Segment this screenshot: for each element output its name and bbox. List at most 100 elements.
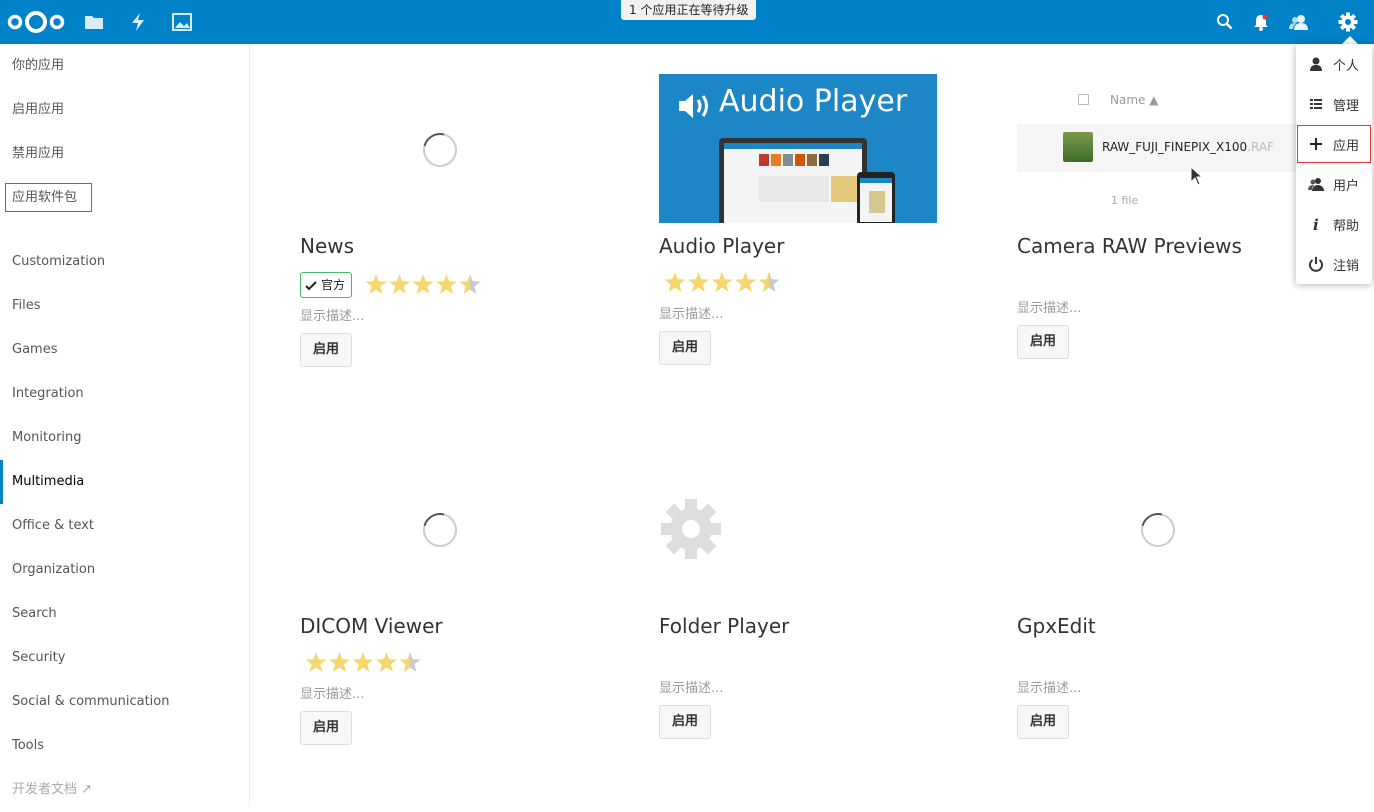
contacts-icon[interactable] xyxy=(1288,11,1310,33)
nav-disabled-apps[interactable]: 禁用应用 xyxy=(0,132,249,176)
menu-item-label: 管理 xyxy=(1333,99,1360,114)
nav-files[interactable]: Files xyxy=(0,284,249,328)
menu-item-apps[interactable]: 应用 xyxy=(1296,124,1372,164)
users-icon xyxy=(1308,178,1324,191)
device-mockup-image xyxy=(719,138,895,223)
menu-item-label: 帮助 xyxy=(1333,219,1360,234)
rating-star-icon xyxy=(376,652,397,672)
nav-search[interactable]: Search xyxy=(0,592,249,636)
app-title-news[interactable]: News xyxy=(300,234,354,258)
dicom-loading-spinner xyxy=(416,506,464,554)
select-all-checkbox xyxy=(1078,94,1089,105)
menu-item-label: 用户 xyxy=(1333,179,1360,194)
check-icon xyxy=(305,280,317,290)
svg-text:i: i xyxy=(1313,216,1319,232)
app-description-toggle[interactable]: 显示描述... xyxy=(1017,677,1081,696)
app-description-toggle[interactable]: 显示描述... xyxy=(1017,297,1081,316)
nav-organization[interactable]: Organization xyxy=(0,548,249,592)
official-badge-label: 官方 xyxy=(321,278,346,292)
app-description-toggle[interactable]: 显示描述... xyxy=(659,303,723,322)
menu-item-personal[interactable]: 个人 xyxy=(1296,44,1372,84)
menu-item-admin[interactable]: 管理 xyxy=(1296,84,1372,124)
menu-item-logout[interactable]: 注销 xyxy=(1296,244,1372,284)
file-row: RAW_FUJI_FINEPIX_X100.RAF xyxy=(1017,124,1297,172)
speaker-icon xyxy=(679,94,708,118)
file-name: RAW_FUJI_FINEPIX_X100.RAF xyxy=(1102,140,1274,154)
top-bar: 1 个应用正在等待升级 xyxy=(0,0,1374,44)
nav-monitoring[interactable]: Monitoring xyxy=(0,416,249,460)
gallery-icon[interactable] xyxy=(171,11,193,33)
audio-player-banner: Audio Player xyxy=(659,74,937,223)
app-title-dicom-viewer[interactable]: DICOM Viewer xyxy=(300,614,443,638)
file-basename: RAW_FUJI_FINEPIX_X100 xyxy=(1102,140,1248,154)
app-title-folder-player[interactable]: Folder Player xyxy=(659,614,789,638)
nav-games[interactable]: Games xyxy=(0,328,249,372)
nav-app-bundles-label: 应用软件包 xyxy=(4,183,93,212)
official-badge: 官方 xyxy=(300,272,353,298)
nav-enabled-apps[interactable]: 启用应用 xyxy=(0,88,249,132)
admin-list-icon xyxy=(1310,99,1322,109)
enable-button[interactable]: 启用 xyxy=(659,331,711,365)
settings-icon[interactable] xyxy=(1337,11,1359,33)
menu-item-users[interactable]: 用户 xyxy=(1296,164,1372,204)
nextcloud-logo-icon[interactable] xyxy=(4,8,68,36)
nav-multimedia[interactable]: Multimedia xyxy=(0,460,249,504)
enable-button[interactable]: 启用 xyxy=(1017,705,1069,739)
menu-item-help[interactable]: i 帮助 xyxy=(1296,204,1372,244)
rating-star-icon xyxy=(399,652,421,672)
rating-star-icon xyxy=(711,272,733,292)
rating-star-icon xyxy=(305,652,327,672)
file-thumbnail xyxy=(1063,132,1093,162)
nav-tools[interactable]: Tools xyxy=(0,724,249,768)
enable-button[interactable]: 启用 xyxy=(1017,325,1069,359)
rating-star-icon xyxy=(412,274,434,294)
news-loading-spinner xyxy=(416,126,464,174)
update-notice[interactable]: 1 个应用正在等待升级 xyxy=(621,0,757,20)
raw-preview-screenshot: Name ▲ RAW_FUJI_FINEPIX_X100.RAF 1 file xyxy=(1017,80,1297,220)
menu-arrow xyxy=(1342,36,1358,44)
activity-icon[interactable] xyxy=(127,11,149,33)
rating-star-icon xyxy=(352,652,374,672)
enable-button[interactable]: 启用 xyxy=(300,711,352,745)
rating-star-icon xyxy=(735,272,756,292)
nav-developer-docs[interactable]: 开发者文档 ↗ xyxy=(0,768,249,812)
nav-customization[interactable]: Customization xyxy=(0,240,249,284)
nav-integration[interactable]: Integration xyxy=(0,372,249,416)
file-count: 1 file xyxy=(1111,194,1139,207)
app-description-toggle[interactable]: 显示描述... xyxy=(300,305,364,324)
enable-button[interactable]: 启用 xyxy=(659,705,711,739)
rating-star-icon xyxy=(389,274,410,294)
app-title-camera-raw-previews[interactable]: Camera RAW Previews xyxy=(1017,234,1242,258)
rating-star-icon xyxy=(664,272,686,292)
app-title-gpxedit[interactable]: GpxEdit xyxy=(1017,614,1096,638)
app-description-toggle[interactable]: 显示描述... xyxy=(659,677,723,696)
rating-star-icon xyxy=(688,272,709,292)
info-icon: i xyxy=(1313,216,1319,232)
name-column-header: Name ▲ xyxy=(1110,93,1159,107)
rating-stars xyxy=(365,274,481,294)
nav-security[interactable]: Security xyxy=(0,636,249,680)
rating-stars xyxy=(664,272,780,292)
nav-social-communication[interactable]: Social & communication xyxy=(0,680,249,724)
rating-stars xyxy=(305,652,421,672)
enable-button[interactable]: 启用 xyxy=(300,333,352,367)
rating-star-icon xyxy=(758,272,780,292)
app-title-audio-player[interactable]: Audio Player xyxy=(659,234,784,258)
gear-icon xyxy=(661,499,721,559)
settings-menu: 个人 管理 应用 用户 i 帮助 注销 xyxy=(1296,44,1372,284)
user-icon xyxy=(1310,57,1322,71)
banner-title: Audio Player xyxy=(719,84,908,119)
nav-app-bundles[interactable]: 应用软件包 xyxy=(0,176,249,220)
nav-your-apps[interactable]: 你的应用 xyxy=(0,44,249,88)
menu-item-label: 注销 xyxy=(1333,259,1360,274)
app-description-toggle[interactable]: 显示描述... xyxy=(300,683,364,702)
app-navigation: 你的应用 启用应用 禁用应用 应用软件包 Customization Files… xyxy=(0,44,250,806)
mouse-cursor-icon xyxy=(1190,166,1204,186)
nav-office-text[interactable]: Office & text xyxy=(0,504,249,548)
notifications-icon[interactable] xyxy=(1250,11,1272,33)
rating-star-icon xyxy=(436,274,457,294)
plus-icon xyxy=(1310,138,1322,150)
search-icon[interactable] xyxy=(1214,11,1236,33)
menu-item-label: 应用 xyxy=(1333,139,1360,154)
files-icon[interactable] xyxy=(83,11,105,33)
